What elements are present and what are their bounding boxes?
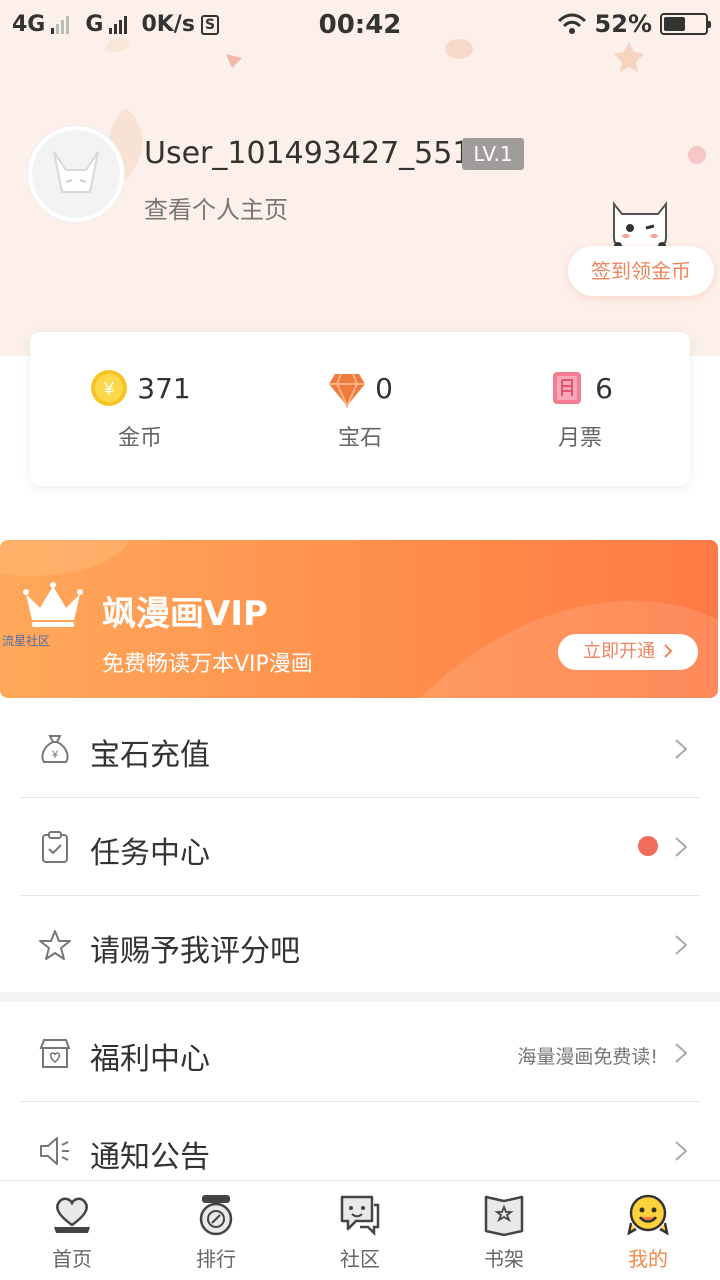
checkin-button[interactable]: 签到领金币 [568,246,714,296]
vip-subtitle: 免费畅读万本VIP漫画 [102,652,313,677]
home-heart-icon [54,1197,90,1233]
assets-card: ¥ 371 金币 0 宝石 6 月票 [30,332,690,486]
asset-row: 6 [470,368,690,408]
chevron-right-icon [675,1043,688,1063]
profile-face-icon [627,1194,669,1236]
monthly-ticket-icon [553,372,582,404]
level-badge: LV.1 [462,138,524,170]
wifi-icon [557,13,586,34]
svg-text:¥: ¥ [103,379,115,399]
menu-task-center[interactable]: 任务中心 [0,798,720,896]
watermark-text: 流星社区 [2,634,51,648]
asset-gems[interactable]: 0 宝石 [250,332,470,486]
bottom-navigation: 首页 排行 社区 书架 我的 [0,1180,720,1280]
gem-icon [329,373,366,408]
activate-vip-button[interactable]: 立即开通 [558,634,698,670]
menu-rate-app[interactable]: 请赐予我评分吧 [0,896,720,994]
coin-icon: ¥ [91,370,128,406]
menu-gem-recharge[interactable]: ¥ 宝石充值 [0,700,720,798]
asset-coins[interactable]: ¥ 371 金币 [30,332,250,486]
ranking-icon [199,1195,233,1236]
menu-hint: 海量漫画免费读! [517,1046,658,1068]
menu-label: 任务中心 [90,836,210,871]
leaf-decoration [688,146,706,164]
nav-home[interactable]: 首页 [0,1181,144,1280]
username: User_101493427_551 [144,136,472,171]
menu-label: 福利中心 [90,1042,210,1077]
chevron-right-icon [675,935,688,955]
vip-title: 飒漫画VIP [102,594,268,634]
nav-label: 我的 [628,1247,668,1271]
asset-row: 0 [250,368,470,408]
avatar[interactable] [28,126,124,222]
gift-shop-icon [39,1039,71,1068]
nav-label: 首页 [52,1247,92,1271]
crown-icon [23,582,83,627]
menu-label: 宝石充值 [90,738,210,773]
svg-text:¥: ¥ [51,749,59,761]
asset-label: 金币 [117,426,162,451]
notification-dot [638,836,658,856]
battery-fill [664,17,685,31]
view-profile-link[interactable]: 查看个人主页 [144,190,288,225]
default-avatar-icon [53,151,99,193]
asset-monthly-tickets[interactable]: 6 月票 [470,332,690,486]
nav-bookshelf[interactable]: 书架 [432,1181,576,1280]
asset-label: 月票 [557,426,602,451]
speaker-icon [40,1137,69,1165]
money-bag-icon: ¥ [41,735,69,763]
nav-profile[interactable]: 我的 [576,1181,720,1280]
star-outline-icon [39,930,71,960]
menu-label: 请赐予我评分吧 [90,934,300,969]
chevron-right-icon [675,739,688,759]
asset-value: 371 [137,371,191,405]
battery-icon [660,13,711,35]
menu-welfare-center[interactable]: 福利中心 海量漫画免费读! [0,1004,720,1102]
nav-label: 书架 [484,1247,524,1271]
nav-community[interactable]: 社区 [288,1181,432,1280]
cat-mascot-icon [613,201,667,250]
vip-banner[interactable]: 流星社区 飒漫画VIP 免费畅读万本VIP漫画 立即开通 [0,540,718,698]
menu-label: 通知公告 [90,1140,210,1175]
community-chat-icon [340,1195,380,1237]
asset-label: 宝石 [337,426,382,451]
chevron-right-icon [664,644,673,658]
asset-value: 0 [375,371,393,405]
activate-vip-label: 立即开通 [583,641,656,662]
battery-percent: 52% [594,10,652,38]
clipboard-check-icon [42,831,68,863]
status-right: 52% [557,10,711,38]
nav-label: 社区 [340,1247,380,1271]
section-separator [0,992,720,1002]
nav-ranking[interactable]: 排行 [144,1181,288,1280]
asset-row: ¥ 371 [30,368,250,408]
nav-label: 排行 [196,1247,236,1271]
chevron-right-icon [675,837,688,857]
asset-value: 6 [595,371,613,405]
chevron-right-icon [675,1141,688,1161]
status-bar: 4G G 0K/s S 00:42 52% [0,0,720,52]
bookshelf-icon [484,1195,524,1237]
leaf-decoration [226,54,242,68]
